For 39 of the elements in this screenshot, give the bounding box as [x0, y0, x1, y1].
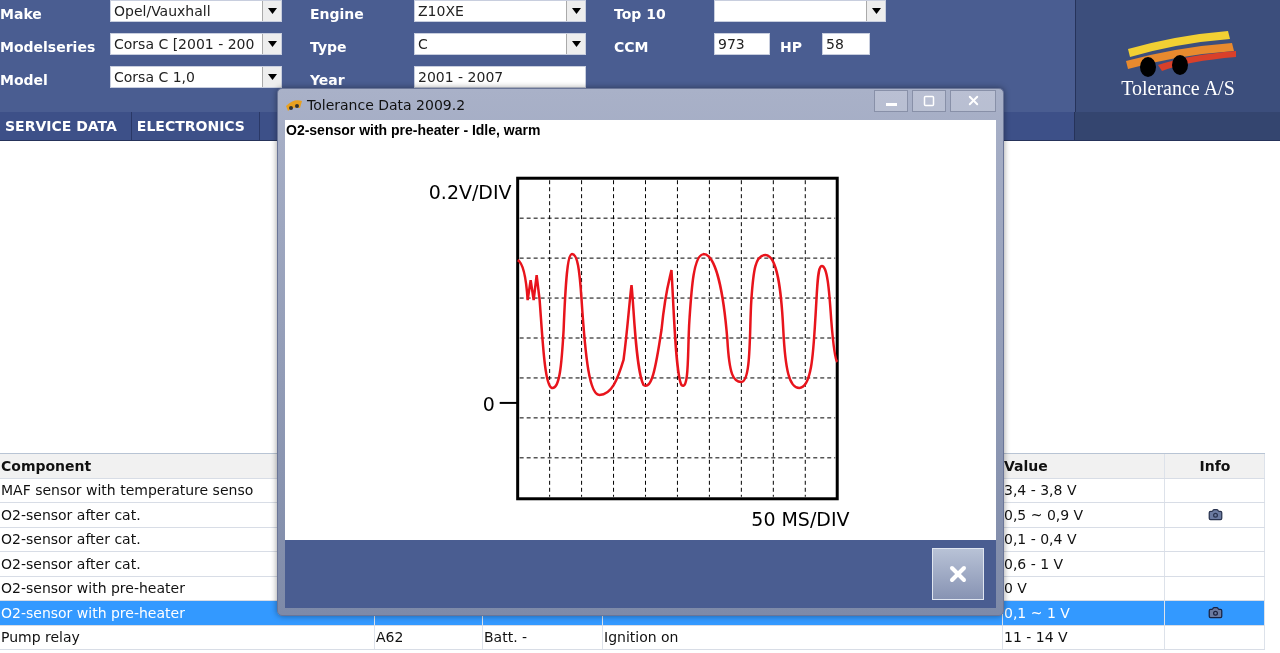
- field-label: Top 10: [614, 6, 667, 22]
- camera-icon[interactable]: [1207, 605, 1223, 621]
- y-scale-label: 0.2V/DIV: [428, 181, 512, 204]
- dropdown[interactable]: Corsa C 1,0: [110, 66, 282, 88]
- table-row[interactable]: Pump relay A62 Batt. - Ignition on 11 - 14 V: [0, 625, 1265, 650]
- table-cell: 11 - 14 V: [1003, 625, 1165, 649]
- table-cell: Batt. -: [483, 625, 603, 649]
- dropdown[interactable]: Corsa C [2001 - 200: [110, 33, 282, 55]
- column-header[interactable]: Info: [1165, 454, 1265, 478]
- dropdown[interactable]: Opel/Vauxhall: [110, 0, 282, 22]
- field-label: Modelseries: [0, 39, 97, 55]
- field-label: CCM: [614, 39, 650, 55]
- table-cell: A62: [375, 625, 483, 649]
- minimize-icon: [885, 103, 897, 106]
- window-title: Tolerance Data 2009.2: [307, 96, 467, 113]
- field-label: Type: [310, 39, 348, 55]
- field-label: Year: [310, 72, 346, 88]
- close-button[interactable]: [950, 89, 996, 112]
- camera-icon[interactable]: [1207, 507, 1223, 523]
- dropdown[interactable]: Z10XE: [414, 0, 586, 22]
- dropdown[interactable]: C: [414, 33, 586, 55]
- nav-tab[interactable]: SERVICE DATA: [0, 112, 132, 140]
- field-label: Model: [0, 72, 49, 88]
- logo-text: Tolerance A/S: [1121, 77, 1235, 100]
- table-cell: Ignition on: [603, 625, 1003, 649]
- table-cell: Pump relay: [0, 625, 375, 649]
- field-label: HP: [780, 39, 802, 55]
- field-label: Engine: [310, 6, 365, 22]
- app-icon: [285, 97, 303, 112]
- minimize-button[interactable]: [874, 89, 908, 112]
- x-scale-label: 50 MS/DIV: [751, 507, 850, 530]
- input-field[interactable]: 2001 - 2007: [414, 66, 586, 88]
- maximize-icon: [923, 94, 935, 107]
- input-field[interactable]: 58: [822, 33, 870, 55]
- nav-tab[interactable]: ELECTRONICS: [131, 112, 260, 140]
- input-field[interactable]: 973: [714, 33, 770, 55]
- dialog-heading: O2-sensor with pre-heater - Idle, warm: [285, 121, 542, 140]
- maximize-button[interactable]: [912, 89, 946, 112]
- field-label: Make: [0, 6, 43, 22]
